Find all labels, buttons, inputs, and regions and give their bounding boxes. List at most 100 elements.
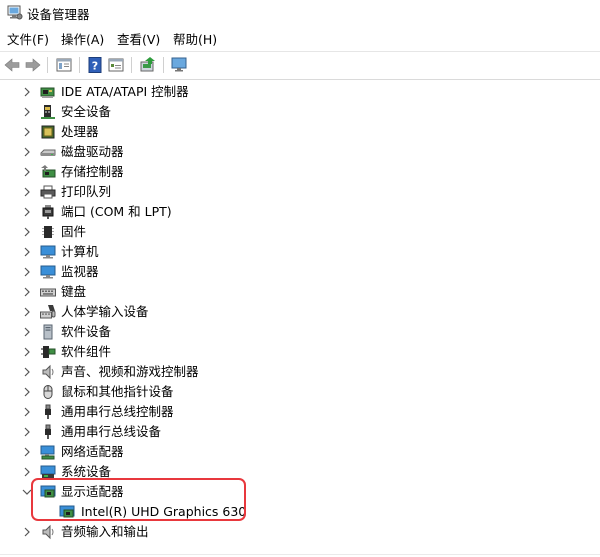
audio-io-icon xyxy=(42,524,54,540)
tree-item-monitors[interactable]: 监视器 xyxy=(0,262,600,282)
properties-icon[interactable] xyxy=(107,56,125,74)
title-bar: 设备管理器 xyxy=(0,0,600,26)
tree-item-label: 网络适配器 xyxy=(61,444,124,459)
display-adapter-icon xyxy=(40,485,56,498)
chevron-right-icon[interactable] xyxy=(21,305,33,319)
tree-item-processors[interactable]: 处理器 xyxy=(0,122,600,142)
chevron-right-icon[interactable] xyxy=(21,165,33,179)
usb-device-icon xyxy=(45,424,51,439)
tree-item-label: 键盘 xyxy=(61,284,87,299)
chevron-right-icon[interactable] xyxy=(21,225,33,239)
tree-item-usb-devices[interactable]: 通用串行总线设备 xyxy=(0,422,600,442)
storage-controller-icon xyxy=(41,165,56,178)
tree-item-ports[interactable]: 端口 (COM 和 LPT) xyxy=(0,202,600,222)
tree-item-print-queues[interactable]: 打印队列 xyxy=(0,182,600,202)
tree-item-keyboards[interactable]: 键盘 xyxy=(0,282,600,302)
chevron-right-icon[interactable] xyxy=(21,465,33,479)
help-icon[interactable]: ? xyxy=(86,56,104,74)
chevron-right-icon[interactable] xyxy=(21,345,33,359)
tree-item-display-adapters[interactable]: 显示适配器 xyxy=(0,482,600,502)
security-device-icon xyxy=(41,105,55,119)
tree-item-label: 显示适配器 xyxy=(61,484,124,499)
back-arrow-icon[interactable] xyxy=(3,56,21,74)
tree-item-security-devices[interactable]: 安全设备 xyxy=(0,102,600,122)
tree-item-label: 安全设备 xyxy=(61,104,112,119)
show-hide-console-tree-icon[interactable] xyxy=(55,56,73,74)
chevron-right-icon[interactable] xyxy=(21,265,33,279)
toolbar-separator xyxy=(47,57,48,73)
toolbar-separator xyxy=(163,57,164,73)
bottom-divider xyxy=(0,554,600,555)
chevron-right-icon[interactable] xyxy=(21,525,33,539)
menu-action[interactable]: 操作(A) xyxy=(60,32,105,48)
chevron-right-icon[interactable] xyxy=(21,185,33,199)
display-adapter-icon xyxy=(59,505,75,518)
tree-item-ide-ata-atapi[interactable]: IDE ATA/ATAPI 控制器 xyxy=(0,82,600,102)
chevron-right-icon[interactable] xyxy=(21,245,33,259)
tree-item-label: 通用串行总线控制器 xyxy=(61,404,174,419)
menu-bar: 文件(F) 操作(A) 查看(V) 帮助(H) xyxy=(0,30,600,50)
chevron-right-icon[interactable] xyxy=(21,285,33,299)
usb-icon xyxy=(45,404,51,419)
system-device-icon xyxy=(40,465,56,478)
chevron-right-icon[interactable] xyxy=(21,125,33,139)
update-driver-icon[interactable] xyxy=(139,56,157,74)
chevron-right-icon[interactable] xyxy=(21,425,33,439)
tree-item-computer[interactable]: 计算机 xyxy=(0,242,600,262)
tree-item-audio-inputs-outputs[interactable]: 音频输入和输出 xyxy=(0,522,600,542)
processor-icon xyxy=(41,125,55,139)
tree-item-human-interface-devices[interactable]: 人体学输入设备 xyxy=(0,302,600,322)
tree-item-label: 软件设备 xyxy=(61,324,112,339)
software-device-icon xyxy=(43,324,53,340)
chevron-right-icon[interactable] xyxy=(21,445,33,459)
forward-arrow-icon[interactable] xyxy=(24,56,42,74)
printer-icon xyxy=(40,185,56,199)
tree-item-label: 打印队列 xyxy=(61,184,112,199)
tree-item-storage-controllers[interactable]: 存储控制器 xyxy=(0,162,600,182)
menu-view[interactable]: 查看(V) xyxy=(116,32,161,48)
keyboard-icon xyxy=(40,288,56,297)
tree-item-label: 系统设备 xyxy=(61,464,112,479)
chevron-right-icon[interactable] xyxy=(21,145,33,159)
tree-item-sound-video-game-controllers[interactable]: 声音、视频和游戏控制器 xyxy=(0,362,600,382)
scan-hardware-changes-icon[interactable] xyxy=(170,56,188,74)
tree-item-label: IDE ATA/ATAPI 控制器 xyxy=(61,84,189,99)
tree-item-intel-uhd-graphics-630[interactable]: Intel(R) UHD Graphics 630 xyxy=(0,502,600,522)
monitor-icon xyxy=(40,265,56,279)
chevron-right-icon[interactable] xyxy=(21,365,33,379)
network-adapter-icon xyxy=(40,445,55,460)
tree-item-label: 音频输入和输出 xyxy=(61,524,149,539)
port-icon xyxy=(42,205,54,219)
tree-item-label: 存储控制器 xyxy=(61,164,124,179)
firmware-icon xyxy=(42,226,54,238)
chevron-right-icon[interactable] xyxy=(21,385,33,399)
menu-help[interactable]: 帮助(H) xyxy=(172,32,218,48)
tree-item-mice-pointing-devices[interactable]: 鼠标和其他指针设备 xyxy=(0,382,600,402)
chevron-right-icon[interactable] xyxy=(21,405,33,419)
tree-item-software-components[interactable]: 软件组件 xyxy=(0,342,600,362)
tree-item-firmware[interactable]: 固件 xyxy=(0,222,600,242)
software-component-icon xyxy=(41,346,56,358)
speaker-icon xyxy=(42,364,54,380)
tree-item-disk-drives[interactable]: 磁盘驱动器 xyxy=(0,142,600,162)
chevron-right-icon[interactable] xyxy=(21,325,33,339)
disk-drive-icon xyxy=(40,149,56,156)
tree-item-label: 端口 (COM 和 LPT) xyxy=(61,204,172,219)
tree-item-label: 人体学输入设备 xyxy=(61,304,149,319)
tree-item-usb-controllers[interactable]: 通用串行总线控制器 xyxy=(0,402,600,422)
chevron-right-icon[interactable] xyxy=(21,105,33,119)
chevron-right-icon[interactable] xyxy=(21,85,33,99)
tree-item-software-devices[interactable]: 软件设备 xyxy=(0,322,600,342)
toolbar: ? xyxy=(0,51,600,80)
tree-item-label: 磁盘驱动器 xyxy=(61,144,124,159)
hid-icon xyxy=(40,305,56,319)
device-tree: IDE ATA/ATAPI 控制器 安全设备 处理器 磁盘驱动器 存储控制器 打… xyxy=(0,82,600,557)
toolbar-separator xyxy=(79,57,80,73)
tree-item-label: 监视器 xyxy=(61,264,99,279)
chevron-right-icon[interactable] xyxy=(21,205,33,219)
tree-item-system-devices[interactable]: 系统设备 xyxy=(0,462,600,482)
tree-item-network-adapters[interactable]: 网络适配器 xyxy=(0,442,600,462)
chevron-down-icon[interactable] xyxy=(21,485,33,499)
menu-file[interactable]: 文件(F) xyxy=(6,32,50,48)
tree-item-label: Intel(R) UHD Graphics 630 xyxy=(81,504,247,519)
